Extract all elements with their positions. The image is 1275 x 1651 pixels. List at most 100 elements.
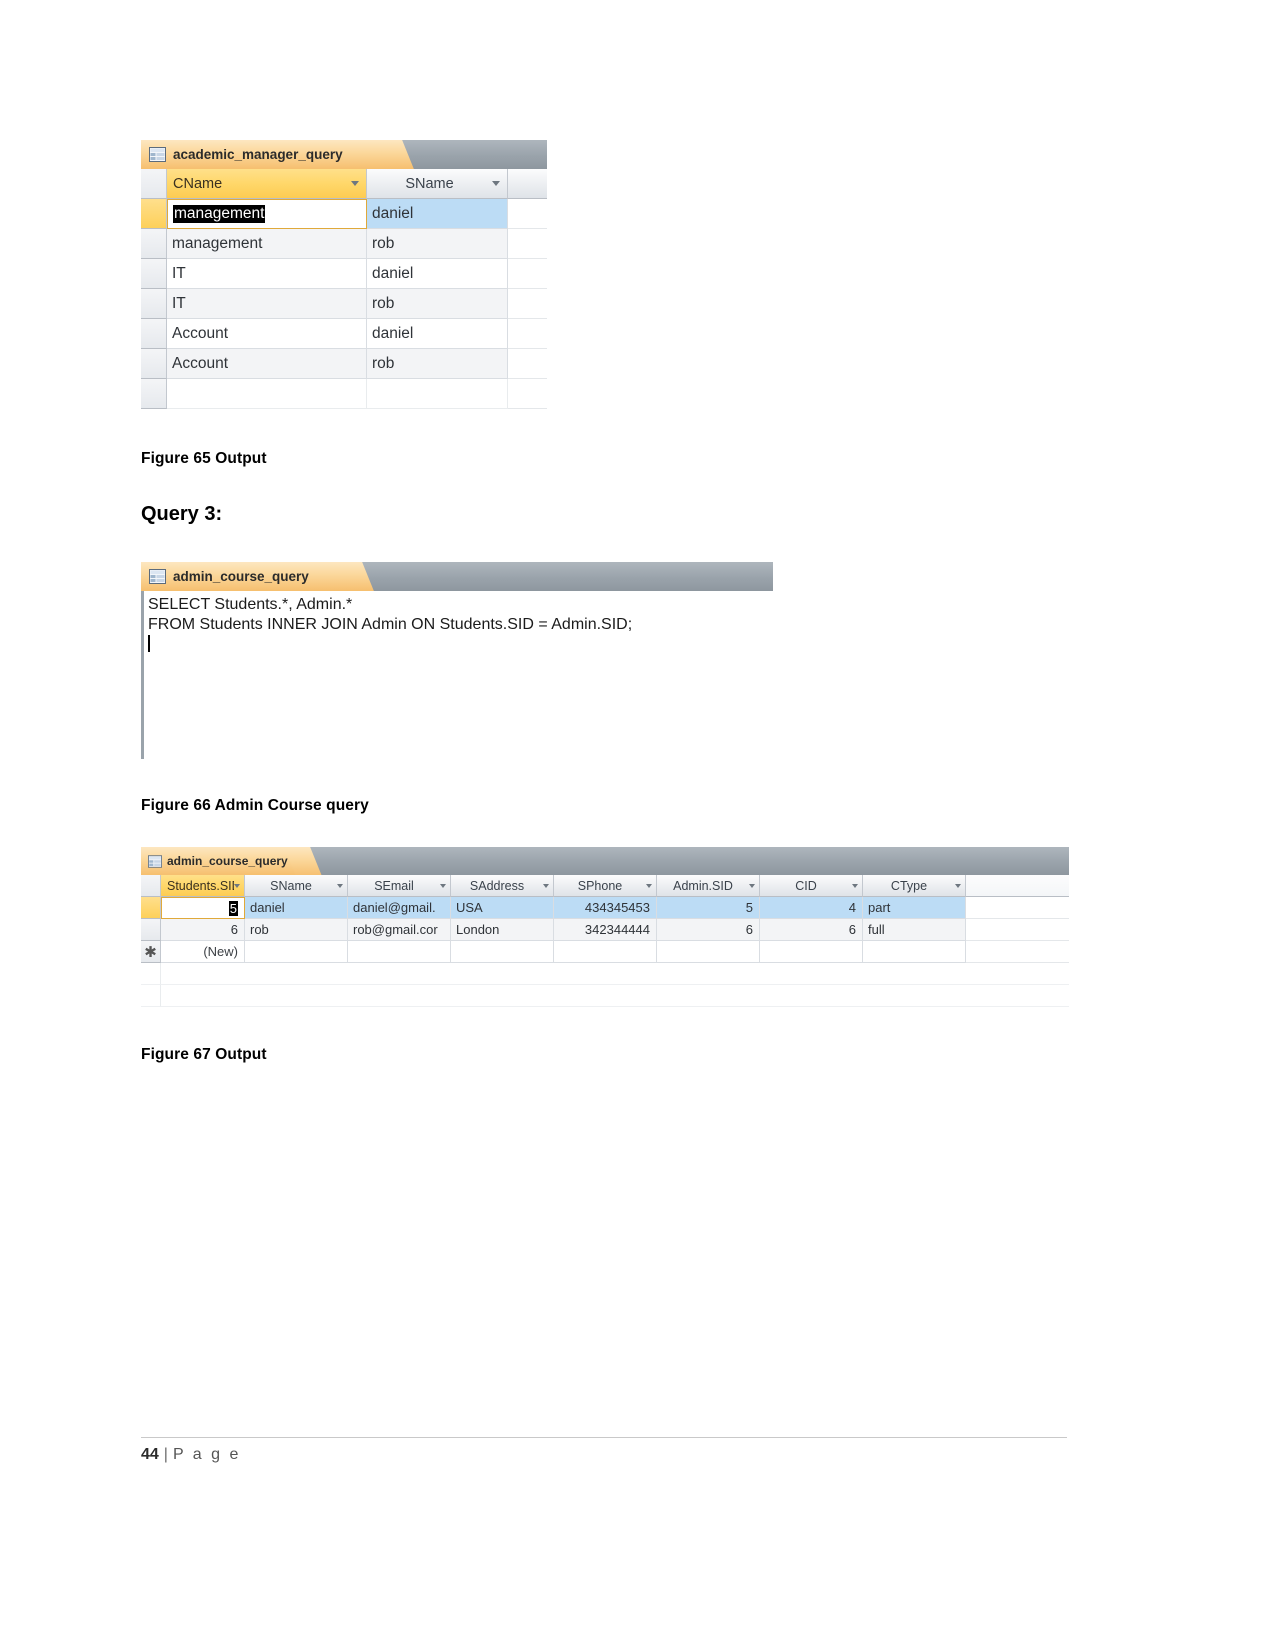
- cell-cid[interactable]: 4: [760, 897, 863, 919]
- cell-empty[interactable]: [554, 941, 657, 963]
- column-header-students-sid[interactable]: Students.SID: [161, 875, 245, 897]
- row-selector[interactable]: [141, 963, 161, 985]
- tab-academic-manager-query[interactable]: academic_manager_query: [141, 140, 396, 169]
- sql-line-2: FROM Students INNER JOIN Admin ON Studen…: [148, 616, 633, 633]
- row-selector[interactable]: [141, 985, 161, 1007]
- cell-empty[interactable]: [245, 941, 348, 963]
- column-header-cname[interactable]: CName: [167, 169, 367, 199]
- column-header-sphone[interactable]: SPhone: [554, 875, 657, 897]
- tab-admin-course-query[interactable]: admin_course_query: [141, 847, 304, 875]
- row-selector[interactable]: [141, 349, 167, 379]
- tab-admin-course-query[interactable]: admin_course_query: [141, 562, 356, 591]
- table-row[interactable]: 5 daniel daniel@gmail. USA 434345453 5 4…: [141, 897, 1069, 919]
- table-row[interactable]: IT rob: [141, 289, 547, 319]
- footer-divider: [141, 1437, 1067, 1438]
- row-selector[interactable]: [141, 897, 161, 919]
- row-selector[interactable]: [141, 379, 167, 409]
- table-row[interactable]: management daniel: [141, 199, 547, 229]
- row-selector[interactable]: [141, 319, 167, 349]
- cell-semail[interactable]: daniel@gmail.: [348, 897, 451, 919]
- table-row[interactable]: 6 rob rob@gmail.cor London 342344444 6 6…: [141, 919, 1069, 941]
- cell-admin-sid[interactable]: 6: [657, 919, 760, 941]
- column-header-sname[interactable]: SName: [367, 169, 508, 199]
- column-header-row: CName SName: [141, 169, 547, 199]
- row-selector[interactable]: [141, 259, 167, 289]
- column-header-saddress[interactable]: SAddress: [451, 875, 554, 897]
- cell-new-record[interactable]: (New): [161, 941, 245, 963]
- cell-empty[interactable]: [863, 941, 966, 963]
- cell-value: daniel: [372, 264, 414, 282]
- cell-admin-sid[interactable]: 5: [657, 897, 760, 919]
- column-header-label: CType: [890, 878, 928, 893]
- cell-students-sid[interactable]: 6: [161, 919, 245, 941]
- cell-value: 5: [745, 900, 753, 915]
- cell-empty: [367, 379, 508, 409]
- sql-left-border: [141, 591, 144, 759]
- cell-sname[interactable]: daniel: [367, 199, 508, 229]
- row-selector[interactable]: [141, 919, 161, 941]
- row-filler: [966, 919, 1069, 941]
- cell-cid[interactable]: 6: [760, 919, 863, 941]
- cell-cname[interactable]: Account: [167, 349, 367, 379]
- column-header-admin-sid[interactable]: Admin.SID: [657, 875, 760, 897]
- cell-ctype[interactable]: part: [863, 897, 966, 919]
- row-selector[interactable]: [141, 199, 167, 229]
- cell-cname[interactable]: IT: [167, 289, 367, 319]
- sql-editor[interactable]: SELECT Students.*, Admin.* FROM Students…: [141, 591, 773, 759]
- cell-sphone[interactable]: 342344444: [554, 919, 657, 941]
- cell-empty[interactable]: [451, 941, 554, 963]
- datasheet-tabstrip: academic_manager_query: [141, 140, 547, 169]
- new-record-row[interactable]: ✱ (New): [141, 941, 1069, 963]
- column-header-ctype[interactable]: CType: [863, 875, 966, 897]
- cell-cname[interactable]: management: [167, 199, 367, 229]
- datasheet-icon: [149, 569, 166, 584]
- cell-sname[interactable]: daniel: [367, 319, 508, 349]
- cell-cname[interactable]: IT: [167, 259, 367, 289]
- row-select-header[interactable]: [141, 875, 161, 897]
- chevron-down-icon[interactable]: [337, 883, 343, 888]
- row-filler: [161, 963, 1069, 985]
- table-row[interactable]: Account rob: [141, 349, 547, 379]
- table-row[interactable]: IT daniel: [141, 259, 547, 289]
- cell-sname[interactable]: rob: [367, 229, 508, 259]
- chevron-down-icon[interactable]: [234, 883, 240, 888]
- footer-separator: |: [163, 1446, 168, 1463]
- cell-cname[interactable]: Account: [167, 319, 367, 349]
- cell-saddress[interactable]: London: [451, 919, 554, 941]
- chevron-down-icon[interactable]: [852, 883, 858, 888]
- table-row[interactable]: management rob: [141, 229, 547, 259]
- cell-sname[interactable]: daniel: [367, 259, 508, 289]
- chevron-down-icon[interactable]: [440, 883, 446, 888]
- cell-cname[interactable]: management: [167, 229, 367, 259]
- column-header-sname[interactable]: SName: [245, 875, 348, 897]
- cell-sphone[interactable]: 434345453: [554, 897, 657, 919]
- column-header-cid[interactable]: CID: [760, 875, 863, 897]
- row-selector[interactable]: [141, 229, 167, 259]
- column-header-label: CName: [173, 175, 223, 192]
- chevron-down-icon[interactable]: [749, 883, 755, 888]
- cell-ctype[interactable]: full: [863, 919, 966, 941]
- column-header-semail[interactable]: SEmail: [348, 875, 451, 897]
- cell-empty[interactable]: [760, 941, 863, 963]
- chevron-down-icon[interactable]: [351, 181, 359, 186]
- cell-saddress[interactable]: USA: [451, 897, 554, 919]
- cell-empty[interactable]: [657, 941, 760, 963]
- cell-semail[interactable]: rob@gmail.cor: [348, 919, 451, 941]
- cell-students-sid[interactable]: 5: [161, 897, 245, 919]
- cell-sname[interactable]: rob: [245, 919, 348, 941]
- chevron-down-icon[interactable]: [492, 181, 500, 186]
- cell-value: (New): [203, 944, 238, 959]
- row-selector[interactable]: [141, 289, 167, 319]
- row-filler: [508, 229, 547, 259]
- cell-sname[interactable]: rob: [367, 289, 508, 319]
- row-filler: [966, 897, 1069, 919]
- cell-sname[interactable]: daniel: [245, 897, 348, 919]
- cell-empty[interactable]: [348, 941, 451, 963]
- cell-value: Account: [172, 324, 229, 342]
- chevron-down-icon[interactable]: [955, 883, 961, 888]
- table-row[interactable]: Account daniel: [141, 319, 547, 349]
- chevron-down-icon[interactable]: [646, 883, 652, 888]
- chevron-down-icon[interactable]: [543, 883, 549, 888]
- row-select-header[interactable]: [141, 169, 167, 199]
- cell-sname[interactable]: rob: [367, 349, 508, 379]
